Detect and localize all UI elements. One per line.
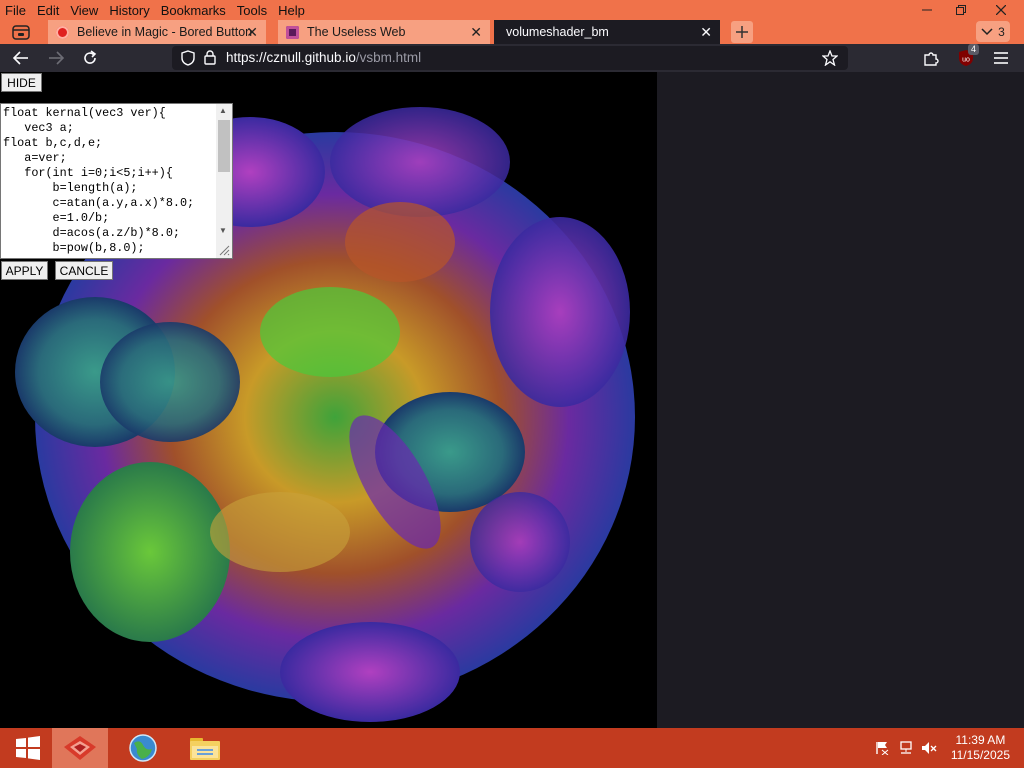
shader-code: float kernal(vec3 ver){ vec3 a; float b,… [3,106,195,255]
taskbar-app-globe[interactable] [115,728,171,768]
firefox-view-button[interactable] [6,22,36,42]
tab-title: The Useless Web [307,25,406,39]
menu-help[interactable]: Help [273,0,311,20]
tab-title: Believe in Magic - Bored Button [77,25,253,39]
tab-close-icon[interactable]: ✕ [470,24,482,41]
page-content: HIDE float kernal(vec3 ver){ vec3 a; flo… [0,72,1024,728]
svg-text:uo: uo [962,57,970,64]
taskbar-app-browser[interactable] [52,728,108,768]
bookmark-star-icon[interactable] [822,50,838,66]
tab-count: 3 [998,24,1005,39]
code-scrollbar[interactable]: ▲ ▼ [216,104,232,258]
minimize-icon [922,9,932,11]
back-button[interactable] [10,48,32,68]
arrow-left-icon [13,51,28,65]
shield-icon [181,50,195,66]
restore-button[interactable] [944,0,978,20]
taskbar-app-file-explorer[interactable] [177,728,233,768]
url-text: https://cznull.github.io/vsbm.html [226,50,422,65]
tab-close-icon[interactable]: ✕ [700,24,712,41]
menu-tools[interactable]: Tools [232,0,273,20]
tab-bored-button[interactable]: Believe in Magic - Bored Button ✕ [48,20,266,44]
browser-app-icon [64,736,96,760]
close-window-button[interactable] [978,0,1024,20]
navigation-toolbar: https://cznull.github.io/vsbm.html uo 4 [0,44,1024,72]
restore-icon [956,5,966,15]
close-icon [996,5,1006,15]
minimize-button[interactable] [910,0,944,20]
start-button[interactable] [0,728,56,768]
chevron-down-icon [981,27,993,35]
menu-bar: File Edit View History Bookmarks Tools H… [0,0,311,20]
puzzle-icon [924,52,939,66]
menu-bookmarks[interactable]: Bookmarks [156,0,232,20]
resize-grip-icon[interactable] [218,244,230,256]
firefox-view-icon [12,25,30,40]
shader-code-textarea[interactable]: float kernal(vec3 ver){ vec3 a; float b,… [0,103,233,259]
clock-time: 11:39 AM [955,733,1006,747]
tab-volumeshader[interactable]: volumeshader_bm ✕ [494,20,720,44]
hamburger-menu-icon [994,52,1008,64]
tab-title: volumeshader_bm [506,25,609,39]
scrollbar-thumb[interactable] [218,120,230,172]
network-icon[interactable] [898,740,914,756]
useless-web-favicon-icon [286,25,299,39]
extension-badge: 4 [968,44,980,55]
apply-button[interactable]: APPLY [1,261,48,280]
plus-icon [736,26,748,38]
address-bar[interactable]: https://cznull.github.io/vsbm.html [172,46,848,70]
cancel-button[interactable]: CANCLE [55,261,113,280]
app-menu-button[interactable] [990,48,1012,68]
taskbar: 11:39 AM 11/15/2025 [0,728,1024,768]
tab-close-icon[interactable]: ✕ [246,24,258,41]
hide-button[interactable]: HIDE [1,73,42,92]
window-controls [910,0,1024,20]
menu-file[interactable]: File [0,0,32,20]
action-center-flag-icon[interactable] [874,740,890,756]
menu-history[interactable]: History [104,0,155,20]
new-tab-button[interactable] [731,21,753,43]
forward-button[interactable] [45,48,67,68]
windows-logo-icon [16,736,40,760]
menu-view[interactable]: View [65,0,104,20]
reload-button[interactable] [79,48,101,68]
reload-icon [84,50,97,64]
ublock-origin-button[interactable]: uo 4 [955,44,980,68]
tab-strip: Believe in Magic - Bored Button ✕ The Us… [0,20,1024,44]
folder-icon [190,738,220,760]
scroll-up-icon[interactable]: ▲ [219,106,227,115]
menu-edit[interactable]: Edit [32,0,65,20]
volume-muted-icon[interactable] [921,740,937,756]
scroll-down-icon[interactable]: ▼ [219,226,227,235]
globe-app-icon [129,734,157,762]
arrow-right-icon [49,51,64,65]
shader-canvas[interactable]: HIDE float kernal(vec3 ver){ vec3 a; flo… [0,72,657,728]
extensions-button[interactable] [920,48,942,68]
tab-useless-web[interactable]: The Useless Web ✕ [278,20,490,44]
list-all-tabs-button[interactable]: 3 [976,21,1010,42]
lock-icon [204,50,216,65]
bored-button-favicon-icon [56,25,69,39]
system-clock[interactable]: 11:39 AM 11/15/2025 [951,733,1010,763]
clock-date: 11/15/2025 [950,748,1010,762]
